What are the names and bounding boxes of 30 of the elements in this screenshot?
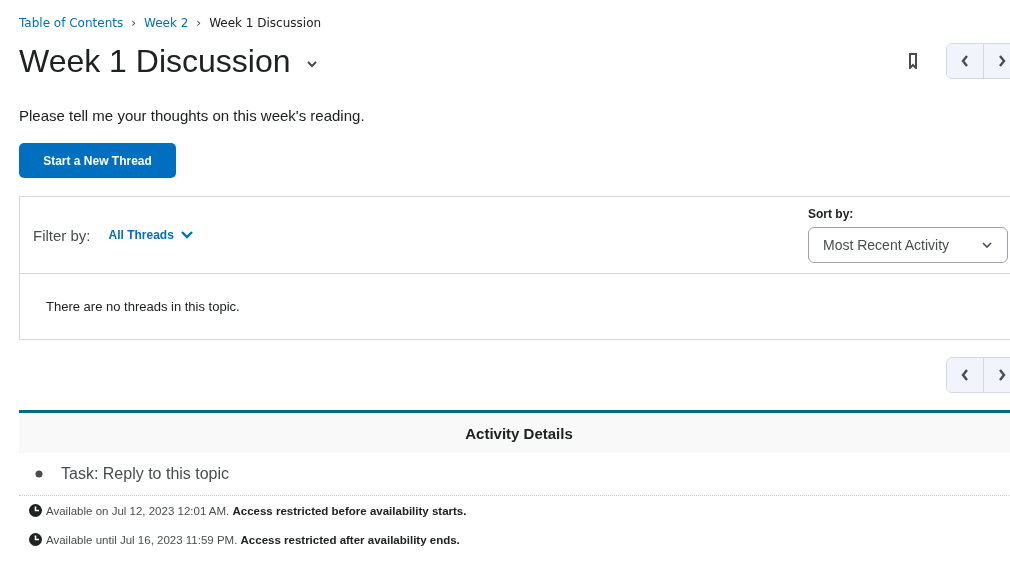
start-thread-button[interactable]: Start a New Thread: [19, 143, 176, 178]
sort-select[interactable]: Most Recent Activity: [808, 227, 1008, 263]
chevron-down-icon: [179, 230, 194, 240]
clock-icon: [29, 533, 42, 546]
empty-message: There are no threads in this topic.: [46, 299, 240, 314]
availability-text: Available until Jul 16, 2023 11:59 PM. Access restricted after availability ends.: [46, 533, 460, 546]
bullet-icon: [35, 470, 43, 478]
task-text: Task: Reply to this topic: [61, 465, 230, 483]
sort-label: Sort by:: [808, 207, 855, 221]
chevron-down-icon[interactable]: [304, 59, 319, 69]
breadcrumb-separator: ›: [196, 16, 202, 30]
previous-button[interactable]: [947, 44, 984, 78]
previous-button[interactable]: [947, 358, 984, 392]
chevron-left-icon: [960, 54, 970, 68]
chevron-down-icon: [981, 241, 993, 249]
topic-description: Please tell me your thoughts on this week's reading.: [19, 107, 366, 126]
activity-title: Activity Details: [465, 424, 573, 442]
breadcrumb-link[interactable]: Table of Contents: [19, 16, 124, 30]
clock-icon: [29, 504, 42, 517]
bookmark-icon[interactable]: [908, 53, 918, 69]
breadcrumb-separator: ›: [131, 16, 136, 30]
breadcrumb-link[interactable]: Week 2: [144, 16, 189, 30]
chevron-left-icon: [960, 368, 970, 382]
chevron-right-icon: [997, 54, 1007, 68]
chevron-right-icon: [997, 368, 1007, 382]
filter-label: Filter by:: [33, 226, 91, 244]
page-title: Week 1 Discussion: [19, 42, 291, 80]
availability-text: Available on Jul 12, 2023 12:01 AM. Access restricted before availability starts.: [46, 504, 467, 517]
breadcrumb-current: Week 1 Discussion: [209, 16, 322, 30]
filter-dropdown[interactable]: All Threads: [108, 228, 194, 242]
